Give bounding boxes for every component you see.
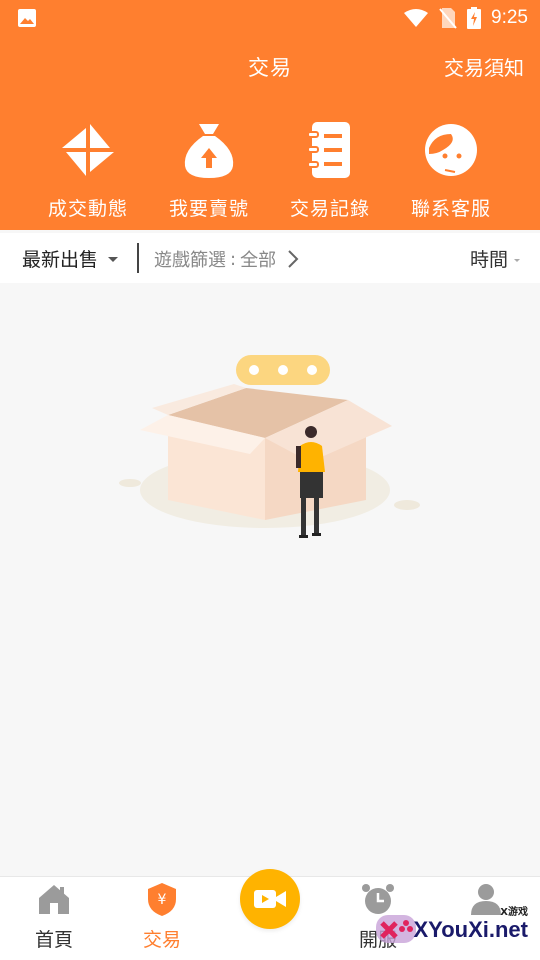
video-camera-icon [254, 890, 286, 908]
quick-actions: 成交動態 我要賣號 交易記錄 聯系客服 [0, 120, 540, 225]
separator: : [230, 248, 237, 270]
nav-item-trade[interactable]: ¥ 交易 [108, 877, 216, 960]
nav-label: 開服 [358, 929, 397, 951]
nav-label: 首頁 [34, 929, 73, 951]
bottom-nav: 首頁 ¥ 交易 開服 [0, 869, 540, 960]
game-filter-label: 遊戲篩選 [154, 250, 226, 271]
empty-box-illustration [119, 355, 420, 538]
caret-down-icon [514, 258, 520, 262]
sort-label: 最新出售 [22, 249, 99, 271]
filter-bar: 最新出售 遊戲篩選 : 全部 時間 [0, 233, 540, 283]
chevron-right-icon [288, 250, 299, 268]
pinwheel-icon [62, 124, 114, 176]
no-sim-icon [439, 8, 457, 29]
quick-action-customer-service[interactable]: 聯系客服 [391, 120, 511, 221]
alarm-clock-icon [362, 884, 394, 914]
quick-action-label: 聯系客服 [410, 198, 491, 220]
time-sort-label: 時間 [469, 249, 508, 271]
header: 9:25 交易 交易須知 成交動態 我要賣號 交易記錄 聯系客服 [0, 0, 540, 230]
status-time: 9:25 [491, 7, 528, 28]
quick-action-records[interactable]: 交易記錄 [270, 120, 390, 221]
wifi-icon [404, 9, 429, 27]
money-bag-upload-icon [184, 124, 234, 178]
title-bar: 交易 交易須知 [0, 48, 540, 88]
battery-charging-icon [467, 7, 482, 29]
yuan-shield-icon: ¥ [148, 883, 176, 916]
image-icon [18, 9, 36, 27]
notebook-icon [307, 122, 350, 178]
caret-down-icon [108, 257, 119, 262]
nav-item-server-open[interactable]: 開服 [324, 877, 432, 960]
user-icon [471, 884, 501, 915]
nav-item-profile[interactable] [432, 877, 540, 960]
quick-action-deal-activity[interactable]: 成交動態 [28, 120, 148, 221]
nav-item-home[interactable]: 首頁 [0, 877, 108, 960]
video-button[interactable] [240, 869, 300, 929]
svg-text:¥: ¥ [158, 892, 167, 908]
quick-action-sell-account[interactable]: 我要賣號 [149, 120, 269, 221]
time-sort-dropdown[interactable]: 時間 [470, 245, 520, 272]
quick-action-label: 交易記錄 [289, 198, 370, 220]
status-bar: 9:25 [0, 0, 540, 36]
trade-notice-link[interactable]: 交易須知 [444, 52, 524, 81]
home-icon [39, 885, 69, 914]
sort-dropdown[interactable]: 最新出售 [22, 245, 119, 272]
divider [137, 243, 139, 273]
quick-action-label: 我要賣號 [168, 198, 249, 220]
customer-service-icon [425, 124, 477, 176]
nav-label: 交易 [142, 929, 181, 951]
game-filter-value: 全部 [240, 250, 277, 271]
game-filter[interactable]: 遊戲篩選 : 全部 [154, 246, 300, 272]
quick-action-label: 成交動態 [47, 198, 128, 220]
